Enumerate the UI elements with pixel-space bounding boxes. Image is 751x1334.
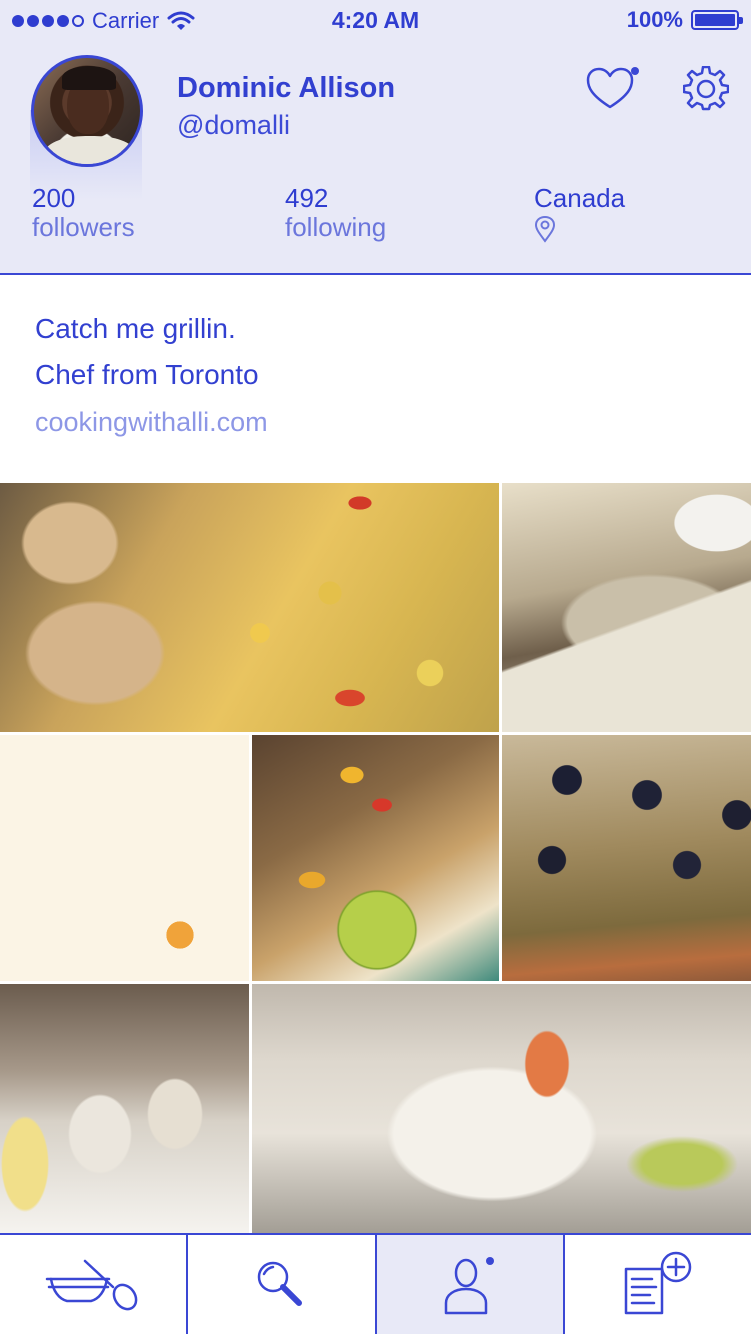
following-count: 492 <box>285 183 329 213</box>
profile-bio: Catch me grillin. Chef from Toronto cook… <box>35 310 268 442</box>
profile-header: Carrier 4:20 AM 100% Dominic Allison @do… <box>0 0 751 275</box>
tab-bar <box>0 1233 751 1334</box>
bio-line: Catch me grillin. <box>35 313 236 344</box>
avatar-hat <box>62 66 116 90</box>
photo-grid <box>0 483 751 1233</box>
food-photo[interactable] <box>0 984 249 1233</box>
profile-handle: @domalli <box>177 110 290 140</box>
avatar[interactable] <box>31 55 143 167</box>
profile-name: Dominic Allison <box>177 72 396 104</box>
food-photo[interactable] <box>502 735 751 981</box>
location-name: Canada <box>534 183 626 213</box>
profile-icon <box>444 1256 494 1314</box>
following-label: following <box>285 212 387 242</box>
food-photo[interactable] <box>252 984 751 1233</box>
favorites-button[interactable] <box>585 65 641 113</box>
status-bar: Carrier 4:20 AM 100% <box>0 0 751 42</box>
cooking-bowl-icon <box>45 1259 138 1310</box>
tab-recipes[interactable] <box>0 1235 189 1334</box>
food-photo[interactable] <box>0 483 499 732</box>
followers-count: 200 <box>32 183 76 213</box>
food-photo[interactable] <box>252 735 499 981</box>
battery-percentage: 100% <box>626 7 683 32</box>
new-recipe-icon <box>624 1251 692 1314</box>
tab-profile[interactable] <box>376 1235 565 1334</box>
tab-search[interactable] <box>188 1235 377 1334</box>
food-photo[interactable] <box>0 735 249 981</box>
gear-icon <box>682 65 730 111</box>
website-link[interactable]: cookingwithalli.com <box>35 402 268 442</box>
avatar-shirt <box>44 136 136 164</box>
location-pin-icon <box>534 215 556 243</box>
bio-line: Chef from Toronto <box>35 359 259 390</box>
food-photo[interactable] <box>502 483 751 732</box>
followers-stat[interactable]: 200 followers <box>32 184 135 242</box>
settings-button[interactable] <box>682 65 730 112</box>
heart-icon <box>586 67 639 109</box>
battery-icon <box>691 10 743 30</box>
status-right: 100% <box>626 7 743 33</box>
following-stat[interactable]: 492 following <box>285 184 386 242</box>
followers-label: followers <box>32 212 135 242</box>
location-stat: Canada <box>534 184 625 243</box>
tab-new-recipe[interactable] <box>565 1235 751 1334</box>
battery-fill <box>695 14 735 26</box>
search-icon <box>258 1261 303 1306</box>
